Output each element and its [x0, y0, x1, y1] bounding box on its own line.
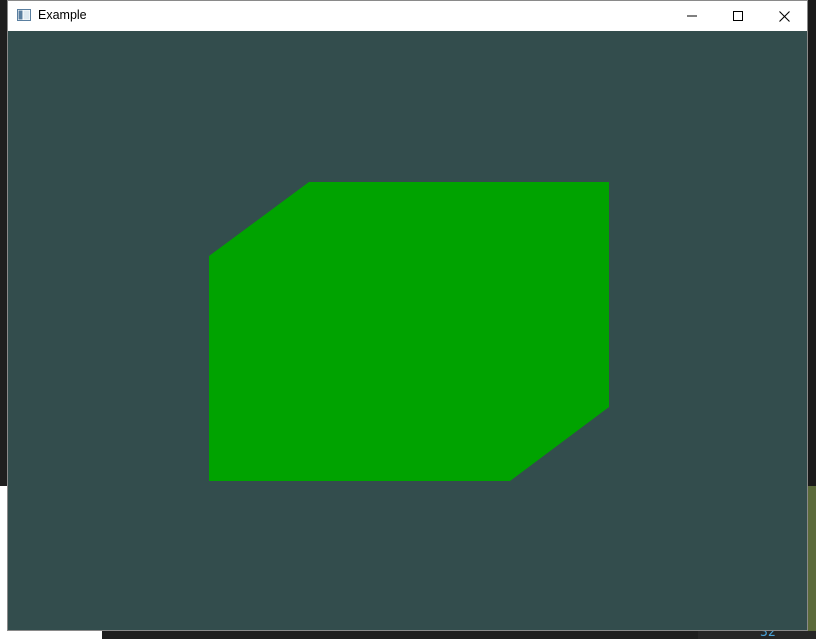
- app-window: Example: [7, 0, 808, 631]
- background-window-strip: 32: [0, 625, 816, 639]
- maximize-icon: [733, 11, 743, 21]
- background-window-edge: [808, 486, 816, 631]
- close-icon: [778, 10, 790, 22]
- green-hexagon: [209, 182, 609, 481]
- maximize-button[interactable]: [715, 1, 761, 31]
- window-title: Example: [38, 8, 87, 22]
- background-terminal-strip: [698, 631, 816, 639]
- minimize-icon: [687, 15, 697, 17]
- app-window-icon: [17, 9, 31, 21]
- render-canvas[interactable]: [8, 31, 807, 630]
- close-button[interactable]: [761, 1, 807, 31]
- background-editor-strip: [102, 631, 698, 639]
- minimize-button[interactable]: [669, 1, 715, 31]
- canvas-drawing: [209, 182, 609, 481]
- title-bar[interactable]: Example: [8, 1, 807, 31]
- desktop-background: [808, 0, 816, 486]
